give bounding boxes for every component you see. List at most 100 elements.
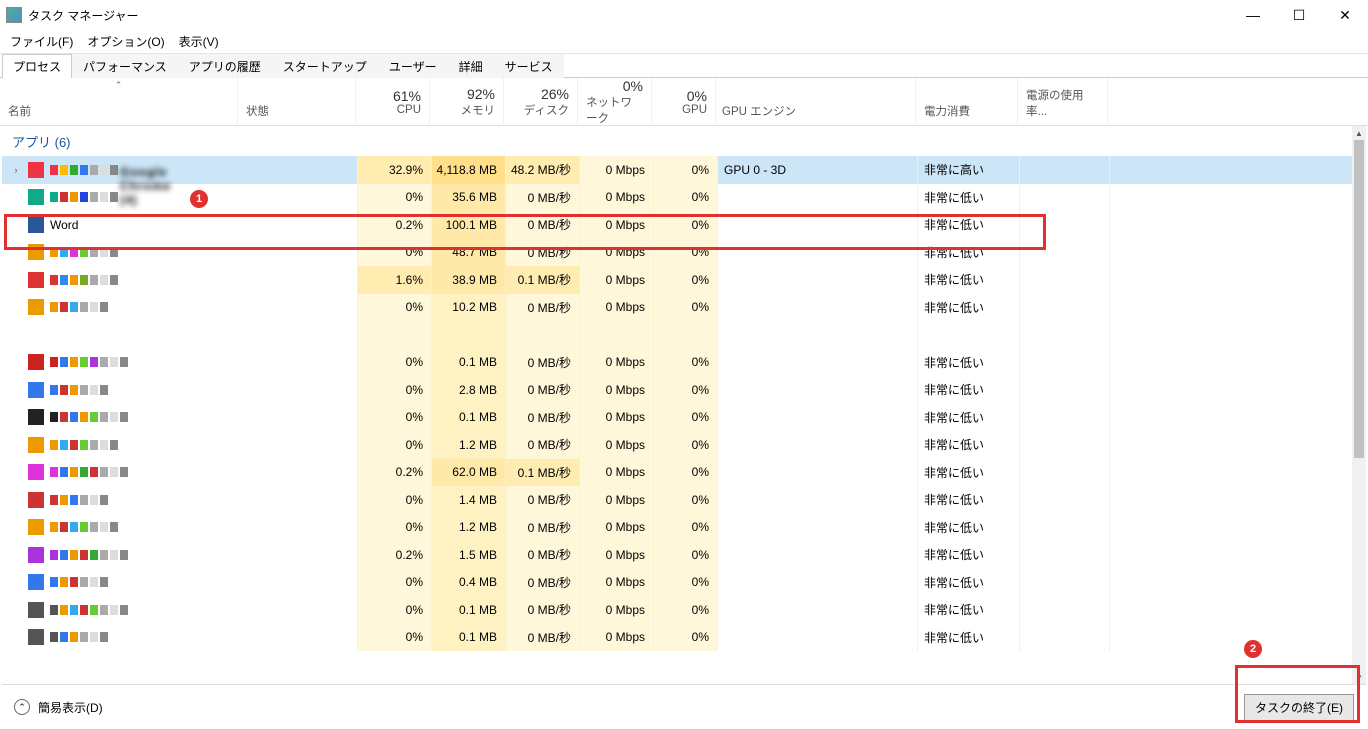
process-row[interactable]: 0%2.8 MB0 MB/秒0 Mbps0%非常に低い (2, 376, 1352, 404)
process-row[interactable]: 0%10.2 MB0 MB/秒0 Mbps0%非常に低い (2, 294, 1352, 322)
process-row[interactable]: 0%0.1 MB0 MB/秒0 Mbps0%非常に低い (2, 596, 1352, 624)
sort-indicator-icon: ⌃ (115, 80, 123, 91)
process-name-cell (2, 239, 358, 267)
process-name: Google Chrome (4) (50, 165, 128, 175)
process-name-cell (2, 514, 358, 542)
minimize-button[interactable]: — (1230, 0, 1276, 30)
annotation-badge-1: 1 (190, 190, 208, 208)
app-icon (28, 217, 44, 233)
process-row[interactable]: ›Google Chrome (4)32.9%4,118.8 MB48.2 MB… (2, 156, 1352, 184)
process-row[interactable]: Word0.2%100.1 MB0 MB/秒0 Mbps0%非常に低い (2, 211, 1352, 239)
col-gpu[interactable]: 0%GPU (652, 78, 716, 125)
process-name (50, 192, 118, 202)
chevron-up-icon: ⌃ (14, 699, 30, 715)
app-icon (28, 519, 44, 535)
scroll-down-icon[interactable]: ▼ (1352, 670, 1366, 684)
app-icon (28, 547, 44, 563)
app-icon (28, 492, 44, 508)
col-power[interactable]: 電力消費 (916, 78, 1018, 125)
process-name (50, 302, 108, 312)
tab-5[interactable]: 詳細 (448, 54, 494, 78)
tab-1[interactable]: パフォーマンス (72, 54, 178, 78)
footer: ⌃ 簡易表示(D) タスクの終了(E) (0, 685, 1368, 729)
process-name-cell (2, 431, 358, 459)
process-row[interactable]: 0%0.1 MB0 MB/秒0 Mbps0%非常に低い (2, 624, 1352, 652)
process-name (50, 632, 108, 642)
tab-2[interactable]: アプリの履歴 (178, 54, 272, 78)
col-disk[interactable]: 26%ディスク (504, 78, 578, 125)
app-icon (28, 409, 44, 425)
menu-view[interactable]: 表示(V) (173, 31, 225, 52)
process-name (50, 412, 128, 422)
scroll-thumb[interactable] (1354, 140, 1364, 458)
col-power-trend[interactable]: 電源の使用率... (1018, 78, 1108, 125)
process-name (50, 440, 118, 450)
col-mem[interactable]: 92%メモリ (430, 78, 504, 125)
process-name (50, 357, 128, 367)
app-icon (28, 272, 44, 288)
app-icon (28, 382, 44, 398)
scroll-up-icon[interactable]: ▲ (1352, 126, 1366, 140)
process-row[interactable]: 0%0.1 MB0 MB/秒0 Mbps0%非常に低い (2, 404, 1352, 432)
process-row[interactable]: 0%1.2 MB0 MB/秒0 Mbps0%非常に低い (2, 514, 1352, 542)
fewer-details-button[interactable]: ⌃ 簡易表示(D) (14, 699, 103, 716)
process-row[interactable]: 0%0.4 MB0 MB/秒0 Mbps0%非常に低い (2, 569, 1352, 597)
process-row[interactable]: 0.2%62.0 MB0.1 MB/秒0 Mbps0%非常に低い (2, 459, 1352, 487)
close-button[interactable]: ✕ (1322, 0, 1368, 30)
process-name (50, 605, 128, 615)
col-name[interactable]: ⌃ 名前 (0, 78, 238, 125)
app-icon (28, 437, 44, 453)
menu-file[interactable]: ファイル(F) (4, 31, 79, 52)
app-icon (28, 299, 44, 315)
process-name (50, 522, 118, 532)
process-name-cell (2, 349, 358, 377)
app-icon (28, 629, 44, 645)
app-icon (28, 162, 44, 178)
process-name-cell (2, 184, 358, 212)
taskmgr-icon (6, 7, 22, 23)
process-name-cell (2, 486, 358, 514)
tab-3[interactable]: スタートアップ (272, 54, 378, 78)
process-name-cell: › Google Chrome (4) (2, 156, 358, 184)
process-table: アプリ (6) ›Google Chrome (4)32.9%4,118.8 M… (2, 126, 1366, 685)
end-task-button[interactable]: タスクの終了(E) (1244, 694, 1354, 721)
app-icon (28, 464, 44, 480)
process-name: Word (50, 218, 78, 232)
menu-options[interactable]: オプション(O) (81, 31, 170, 52)
process-name (50, 275, 118, 285)
app-icon (28, 354, 44, 370)
process-row[interactable]: 0.2%1.5 MB0 MB/秒0 Mbps0%非常に低い (2, 541, 1352, 569)
process-row[interactable]: 1.6%38.9 MB0.1 MB/秒0 Mbps0%非常に低い (2, 266, 1352, 294)
col-cpu[interactable]: 61%CPU (356, 78, 430, 125)
process-row[interactable]: 0%1.4 MB0 MB/秒0 Mbps0%非常に低い (2, 486, 1352, 514)
app-icon (28, 574, 44, 590)
col-net[interactable]: 0%ネットワーク (578, 78, 652, 125)
process-name (50, 577, 108, 587)
process-name-cell: Word (2, 211, 358, 239)
process-name-cell (2, 404, 358, 432)
vertical-scrollbar[interactable]: ▲ ▼ (1352, 126, 1366, 684)
col-gpu-engine[interactable]: GPU エンジン (716, 78, 916, 125)
process-name (50, 467, 128, 477)
process-row[interactable]: 0%48.7 MB0 MB/秒0 Mbps0%非常に低い (2, 239, 1352, 267)
tab-0[interactable]: プロセス (2, 54, 72, 78)
annotation-badge-2: 2 (1244, 640, 1262, 658)
menubar: ファイル(F) オプション(O) 表示(V) (0, 30, 1368, 54)
process-row[interactable]: 0%1.2 MB0 MB/秒0 Mbps0%非常に低い (2, 431, 1352, 459)
tabs: プロセスパフォーマンスアプリの履歴スタートアップユーザー詳細サービス (0, 54, 1368, 78)
app-icon (28, 602, 44, 618)
process-name-cell (2, 541, 358, 569)
tab-6[interactable]: サービス (494, 54, 564, 78)
process-row[interactable]: 0%0.1 MB0 MB/秒0 Mbps0%非常に低い (2, 349, 1352, 377)
group-apps[interactable]: アプリ (6) (2, 126, 1352, 156)
maximize-button[interactable]: ☐ (1276, 0, 1322, 30)
col-status[interactable]: 状態 (238, 78, 356, 125)
process-name-cell (2, 459, 358, 487)
tab-4[interactable]: ユーザー (378, 54, 448, 78)
expand-icon[interactable]: › (10, 165, 22, 175)
process-name-cell (2, 624, 358, 652)
process-name (50, 385, 108, 395)
app-icon (28, 189, 44, 205)
process-name-cell (2, 294, 358, 322)
process-name-cell (2, 596, 358, 624)
